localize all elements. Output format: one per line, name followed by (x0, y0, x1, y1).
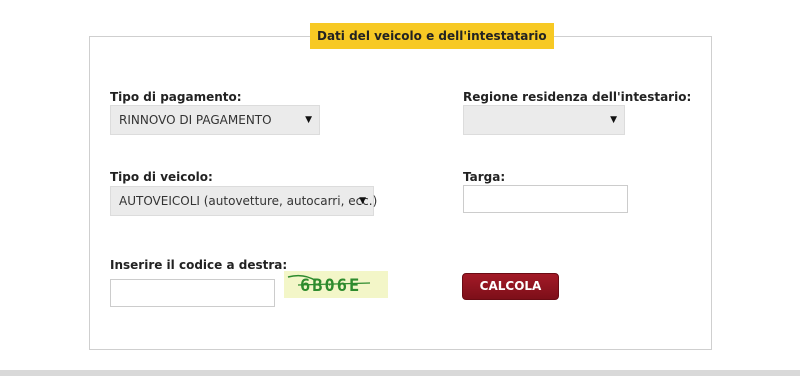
payment-type-select[interactable]: RINNOVO DI PAGAMENTO ▼ (110, 105, 320, 135)
calcola-button[interactable]: CALCOLA (462, 273, 559, 300)
plate-input[interactable] (463, 185, 628, 213)
payment-type-label: Tipo di pagamento: (110, 90, 242, 104)
vehicle-type-label: Tipo di veicolo: (110, 170, 213, 184)
form-legend: Dati del veicolo e dell'intestatario (310, 23, 554, 49)
captcha-image: 6B06E (284, 271, 388, 298)
region-select[interactable]: ▼ (463, 105, 625, 135)
chevron-down-icon: ▼ (359, 196, 366, 206)
plate-label: Targa: (463, 170, 506, 184)
chevron-down-icon: ▼ (610, 115, 617, 125)
captcha-label: Inserire il codice a destra: (110, 258, 288, 272)
vehicle-type-select[interactable]: AUTOVEICOLI (autovetture, autocarri, ecc… (110, 186, 378, 216)
payment-type-value: RINNOVO DI PAGAMENTO (119, 113, 272, 127)
captcha-input[interactable] (110, 279, 275, 307)
captcha-code: 6B06E (300, 276, 361, 296)
footer-divider (0, 370, 800, 376)
chevron-down-icon: ▼ (305, 115, 312, 125)
vehicle-type-value: AUTOVEICOLI (autovetture, autocarri, ecc… (119, 194, 378, 208)
region-label: Regione residenza dell'intestario: (463, 90, 692, 104)
